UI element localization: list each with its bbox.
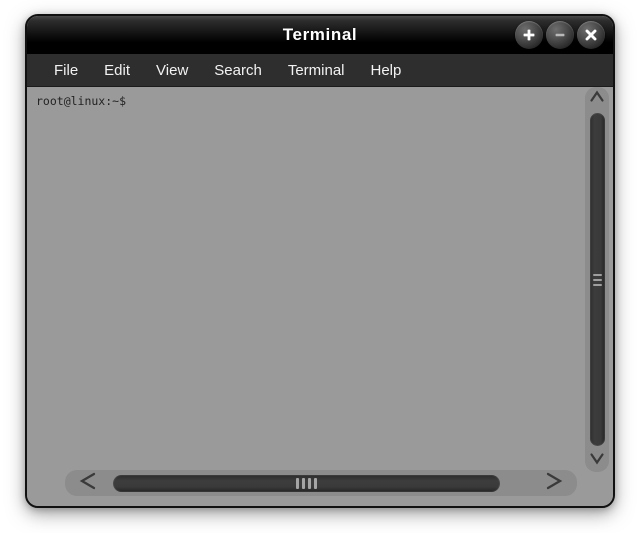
chevron-right-icon: [540, 471, 566, 496]
menu-item-terminal[interactable]: Terminal: [275, 60, 358, 81]
scroll-down-button[interactable]: [585, 448, 609, 472]
grip-line: [313, 477, 317, 489]
title-bar[interactable]: Terminal: [27, 16, 613, 54]
minimize-button[interactable]: [546, 21, 574, 49]
window-title: Terminal: [282, 25, 358, 44]
scroll-left-button[interactable]: [67, 471, 111, 495]
menu-item-search[interactable]: Search: [201, 60, 275, 81]
vertical-scrollbar[interactable]: [585, 87, 609, 472]
window-body: root@linux:~$: [27, 87, 613, 506]
grip-line: [592, 283, 602, 286]
grip-line: [301, 477, 305, 489]
terminal-window: Terminal File Edit View Search Terminal …: [25, 14, 615, 508]
window-controls: [515, 21, 605, 49]
vertical-scroll-thumb[interactable]: [589, 113, 605, 446]
vertical-scroll-track[interactable]: [585, 111, 609, 448]
maximize-button[interactable]: [515, 21, 543, 49]
grip-line: [592, 273, 602, 276]
menu-item-help[interactable]: Help: [358, 60, 415, 81]
terminal-prompt: root@linux:~$: [36, 94, 127, 108]
screen: Terminal File Edit View Search Terminal …: [0, 0, 640, 533]
chevron-left-icon: [76, 471, 102, 496]
terminal-output-area[interactable]: root@linux:~$: [27, 87, 587, 472]
menu-item-edit[interactable]: Edit: [91, 60, 143, 81]
menu-item-file[interactable]: File: [41, 60, 91, 81]
minus-icon: [552, 27, 568, 43]
scroll-right-button[interactable]: [531, 471, 575, 495]
horizontal-scroll-thumb[interactable]: [113, 474, 500, 492]
menu-item-view[interactable]: View: [143, 60, 201, 81]
horizontal-scrollbar[interactable]: [65, 470, 577, 496]
chevron-down-icon: [588, 449, 606, 472]
menu-bar: File Edit View Search Terminal Help: [27, 54, 613, 87]
grip-line: [307, 477, 311, 489]
grip-line: [592, 278, 602, 281]
chevron-up-icon: [588, 88, 606, 111]
scroll-up-button[interactable]: [585, 87, 609, 111]
plus-icon: [521, 27, 537, 43]
horizontal-scroll-track[interactable]: [111, 471, 531, 495]
grip-line: [295, 477, 299, 489]
close-button[interactable]: [577, 21, 605, 49]
close-icon: [583, 27, 599, 43]
